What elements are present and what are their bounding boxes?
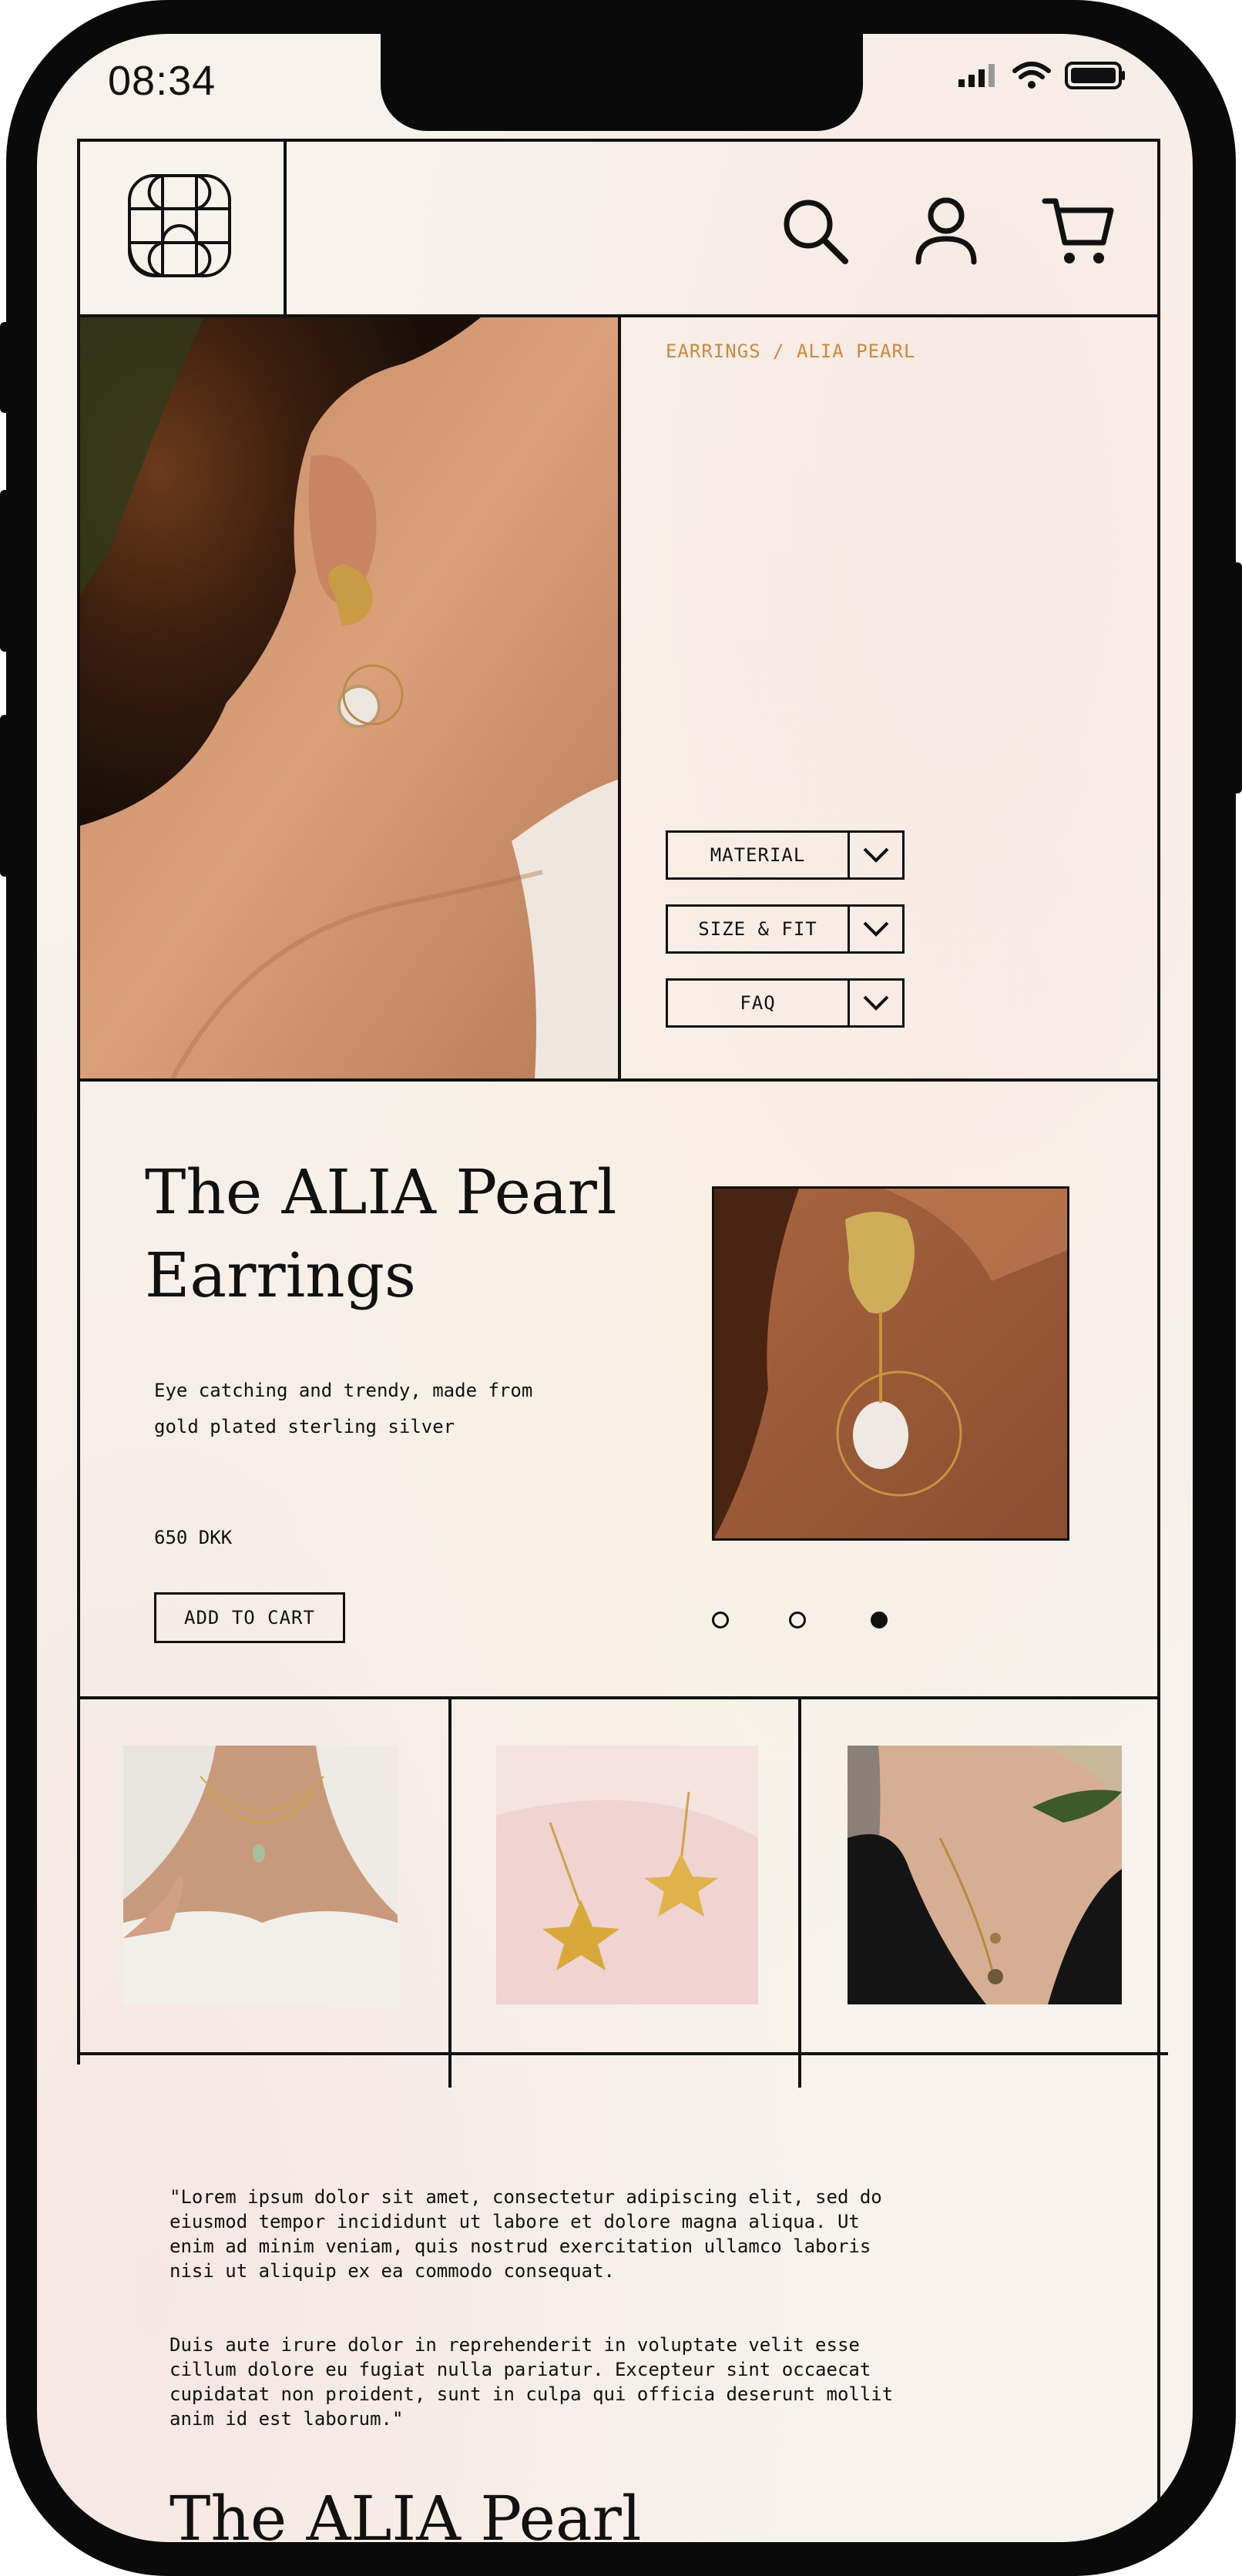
related-product-moon-necklace[interactable]	[848, 1746, 1122, 2004]
carousel-dot[interactable]	[712, 1612, 729, 1628]
accordion-label: MATERIAL	[668, 833, 850, 877]
carousel-dot-active[interactable]	[871, 1612, 888, 1628]
accordion-material[interactable]: MATERIAL	[666, 830, 905, 880]
user-icon	[915, 197, 977, 265]
related-product-necklace[interactable]	[123, 1746, 398, 2004]
logo-button[interactable]	[128, 174, 231, 277]
carousel-dot[interactable]	[789, 1612, 806, 1628]
search-icon	[784, 200, 848, 264]
status-icons	[958, 62, 1126, 89]
divider	[77, 2052, 1168, 2055]
product-carousel-image[interactable]	[712, 1186, 1069, 1541]
divider	[1157, 139, 1160, 2542]
divider	[77, 1078, 1160, 1082]
related-product-star-earrings[interactable]	[496, 1746, 758, 2004]
side-button	[1231, 562, 1242, 793]
hero-image	[80, 317, 618, 1078]
accordion-size-fit[interactable]: SIZE & FIT	[666, 904, 905, 954]
breadcrumb[interactable]: EARRINGS / ALIA PEARL	[666, 340, 915, 362]
side-button	[0, 715, 11, 877]
account-button[interactable]	[908, 193, 985, 270]
screen: 08:34 EARRINGS / ALIA PEARL MATERIAL SIZ…	[37, 34, 1193, 2542]
cart-icon	[1042, 198, 1114, 263]
product-title: The ALIA Pearl Earrings	[145, 1156, 617, 1311]
wifi-icon	[1012, 62, 1051, 89]
story-quote: "Lorem ipsum dolor sit amet, consectetur…	[170, 2186, 894, 2430]
battery-icon	[1065, 62, 1125, 89]
grid-flower-logo-icon	[128, 174, 231, 277]
cart-button[interactable]	[1036, 193, 1120, 270]
divider	[798, 1696, 801, 2088]
story-title: The ALIA Pearl	[170, 2483, 642, 2542]
chevron-down-icon	[863, 995, 889, 1011]
status-time: 08:34	[108, 58, 217, 104]
accordion-label: SIZE & FIT	[668, 907, 850, 951]
product-description: Eye catching and trendy, made from gold …	[154, 1380, 533, 1437]
accordion-label: FAQ	[668, 981, 850, 1025]
side-button	[0, 322, 11, 413]
chevron-down-icon	[863, 847, 889, 863]
signal-icon	[958, 64, 995, 87]
divider	[77, 139, 1160, 142]
divider	[284, 139, 287, 317]
side-button	[0, 490, 11, 652]
notch	[381, 34, 863, 131]
product-price: 650 DKK	[154, 1527, 233, 1548]
divider	[448, 1696, 451, 2088]
add-to-cart-button[interactable]: ADD TO CART	[154, 1592, 345, 1643]
divider	[77, 1696, 1160, 1699]
accordion-faq[interactable]: FAQ	[666, 978, 905, 1028]
chevron-down-icon	[863, 921, 889, 937]
search-button[interactable]	[777, 193, 854, 270]
divider	[618, 314, 621, 1082]
